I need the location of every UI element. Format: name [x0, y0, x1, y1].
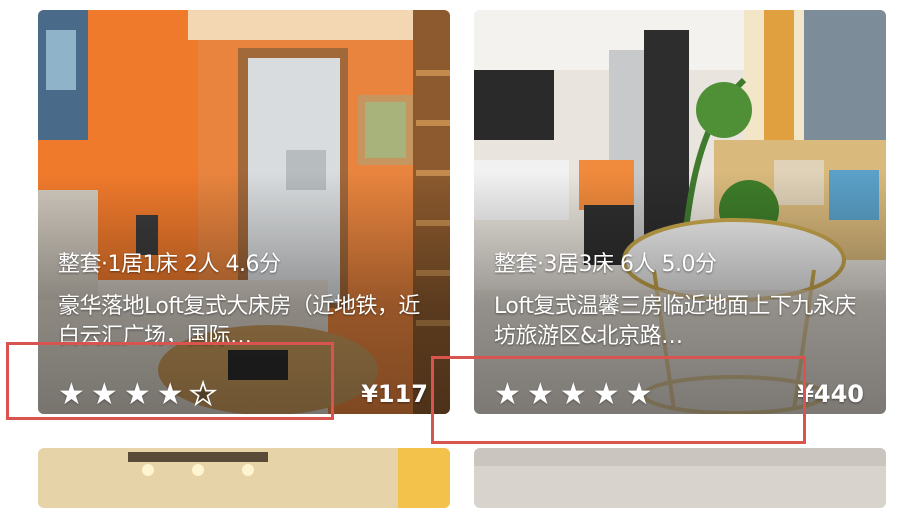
listing-photo-4	[474, 448, 886, 508]
highlight-box-rating-1	[6, 342, 334, 420]
listing-price: ¥440	[797, 380, 864, 408]
listing-card-4[interactable]	[474, 448, 886, 508]
listing-meta: 整套·3居3床 6人 5.0分	[494, 252, 717, 277]
highlight-box-rating-2	[431, 356, 806, 444]
listing-card-3[interactable]	[38, 448, 450, 508]
listing-card-2[interactable]: 整套·3居3床 6人 5.0分 Loft复式温馨三房临近地面上下九永庆坊旅游区&…	[474, 10, 886, 414]
listing-meta: 整套·1居1床 2人 4.6分	[58, 252, 281, 277]
listing-price: ¥117	[361, 380, 428, 408]
listing-title[interactable]: Loft复式温馨三房临近地面上下九永庆坊旅游区&北京路…	[494, 292, 869, 352]
listing-photo-3	[38, 448, 450, 508]
